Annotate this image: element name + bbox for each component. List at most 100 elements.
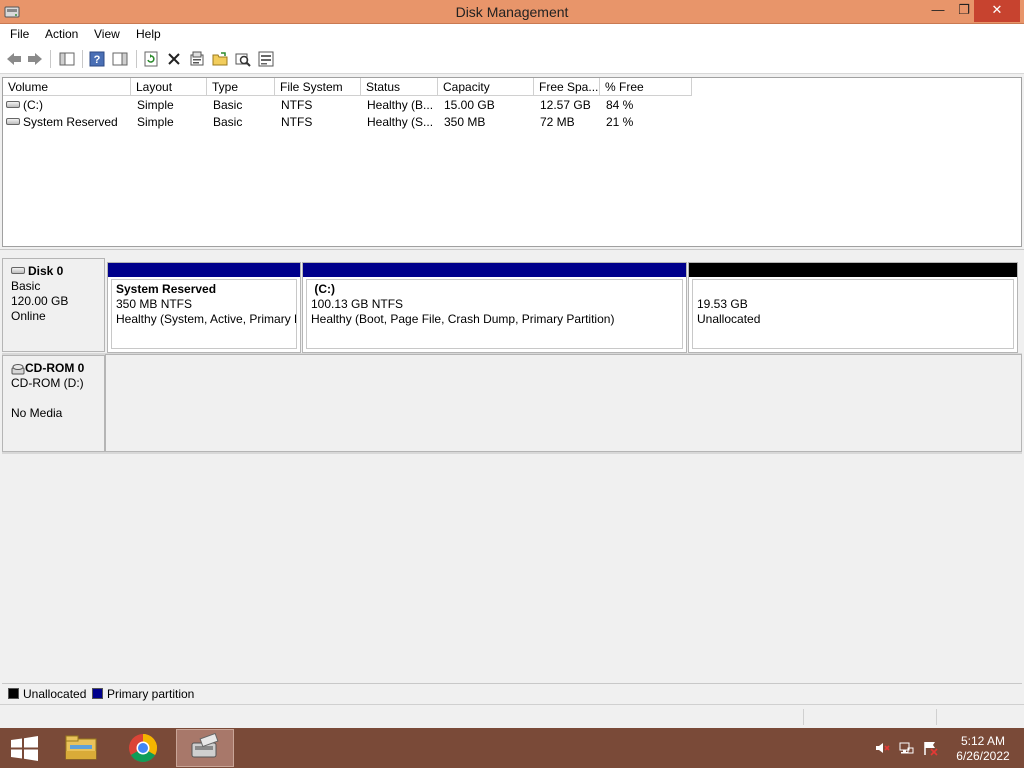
drive-icon xyxy=(6,118,20,126)
partition-name xyxy=(697,282,1009,297)
disk-management-taskbar-button[interactable] xyxy=(176,729,234,767)
partition-unallocated[interactable]: 19.53 GB Unallocated xyxy=(688,262,1018,353)
cell-status: Healthy (B... xyxy=(367,98,434,112)
partition-type-bar xyxy=(303,263,686,277)
toolbar: ? xyxy=(0,44,1024,74)
column-header-layout[interactable]: Layout xyxy=(131,78,207,96)
chrome-icon[interactable] xyxy=(114,729,172,767)
open-icon[interactable] xyxy=(211,50,229,68)
close-button[interactable]: ✕ xyxy=(974,0,1020,22)
cell-volume: (C:) xyxy=(6,97,131,114)
column-header-capacity[interactable]: Capacity xyxy=(438,78,534,96)
disk-icon xyxy=(11,267,25,275)
cell-capacity: 15.00 GB xyxy=(444,98,495,112)
column-header-volume[interactable]: Volume xyxy=(3,78,131,96)
cell-free-space: 12.57 GB xyxy=(540,98,591,112)
status-bar xyxy=(0,704,1024,728)
legend-label-unallocated: Unallocated xyxy=(23,687,87,701)
network-icon[interactable] xyxy=(898,740,914,756)
status-separator xyxy=(803,709,804,725)
partition-system-reserved[interactable]: System Reserved 350 MB NTFS Healthy (Sys… xyxy=(107,262,301,353)
cdrom-0-label[interactable]: CD-ROM 0 CD-ROM (D:) No Media xyxy=(2,355,105,452)
toolbar-separator xyxy=(136,50,137,68)
rescan-disks-icon[interactable] xyxy=(257,50,275,68)
properties-icon[interactable] xyxy=(188,50,206,68)
drive-icon xyxy=(6,101,20,109)
partition-type-bar xyxy=(689,263,1017,277)
cell-status: Healthy (S... xyxy=(367,115,434,129)
cell-free-space: 72 MB xyxy=(540,115,575,129)
menu-bar: File Action View Help xyxy=(0,24,1024,44)
refresh-icon[interactable] xyxy=(142,50,160,68)
explore-icon[interactable] xyxy=(234,50,252,68)
cdrom-media-area[interactable] xyxy=(105,354,1022,452)
delete-icon[interactable] xyxy=(165,50,183,68)
legend-label-primary-partition: Primary partition xyxy=(107,687,195,701)
cell-type: Basic xyxy=(213,98,243,112)
partition-size: 350 MB NTFS xyxy=(116,297,193,311)
column-header-file-system[interactable]: File System xyxy=(275,78,361,96)
taskbar-clock[interactable]: 5:12 AM 6/26/2022 xyxy=(948,734,1018,764)
cell-percent-free: 21 % xyxy=(606,115,634,129)
column-header-status[interactable]: Status xyxy=(361,78,438,96)
show-hide-console-tree-icon[interactable] xyxy=(58,50,76,68)
partition-info: System Reserved 350 MB NTFS Healthy (Sys… xyxy=(111,279,297,349)
column-header-type[interactable]: Type xyxy=(207,78,275,96)
menu-view[interactable]: View xyxy=(94,27,120,41)
partition-status: Healthy (System, Active, Primary P xyxy=(116,312,297,326)
menu-action[interactable]: Action xyxy=(45,27,78,41)
menu-file[interactable]: File xyxy=(10,27,29,41)
back-icon[interactable] xyxy=(5,50,23,68)
volume-muted-icon[interactable] xyxy=(874,740,890,756)
column-header-percent-free[interactable]: % Free xyxy=(600,78,692,96)
row-separator xyxy=(2,452,1022,454)
legend: Unallocated Primary partition xyxy=(2,683,1022,703)
cdrom-name: CD-ROM 0 xyxy=(25,361,85,375)
window-title: Disk Management xyxy=(455,4,569,20)
cell-percent-free: 84 % xyxy=(606,98,634,112)
minimize-button[interactable]: — xyxy=(924,0,952,22)
partition-type-bar xyxy=(108,263,300,277)
disk-graphical-view: Disk 0 Basic 120.00 GB Online System Res… xyxy=(2,254,1022,681)
taskbar: 5:12 AM 6/26/2022 xyxy=(0,728,1024,768)
partition-c[interactable]: (C:) 100.13 GB NTFS Healthy (Boot, Page … xyxy=(302,262,687,353)
forward-icon[interactable] xyxy=(26,50,44,68)
show-hide-action-pane-icon[interactable] xyxy=(111,50,129,68)
cell-layout: Simple xyxy=(137,98,174,112)
pane-splitter[interactable] xyxy=(0,249,1024,253)
toolbar-separator xyxy=(50,50,51,68)
disk-0-label[interactable]: Disk 0 Basic 120.00 GB Online xyxy=(2,258,105,352)
cdrom-drive: CD-ROM (D:) xyxy=(11,376,84,390)
cell-file-system: NTFS xyxy=(281,98,313,112)
partition-name: System Reserved xyxy=(116,282,217,296)
cdrom-state: No Media xyxy=(11,406,63,420)
action-center-icon[interactable] xyxy=(922,740,938,756)
cdrom-icon xyxy=(11,363,25,375)
cell-file-system: NTFS xyxy=(281,115,313,129)
cell-type: Basic xyxy=(213,115,243,129)
toolbar-separator xyxy=(82,50,83,68)
cell-layout: Simple xyxy=(137,115,174,129)
volume-name: (C:) xyxy=(23,98,43,112)
volume-name: System Reserved xyxy=(23,115,118,129)
partition-size: 100.13 GB NTFS xyxy=(311,297,404,311)
title-bar: Disk Management — ❐ ✕ xyxy=(0,0,1024,24)
cell-capacity: 350 MB xyxy=(444,115,486,129)
legend-swatch-unallocated xyxy=(8,688,19,699)
disk-name: Disk 0 xyxy=(28,264,64,278)
disk-management-icon xyxy=(191,732,219,758)
start-icon[interactable] xyxy=(0,729,48,767)
clock-date: 6/26/2022 xyxy=(956,749,1010,763)
partition-info: (C:) 100.13 GB NTFS Healthy (Boot, Page … xyxy=(306,279,683,349)
column-header-free-space[interactable]: Free Spa... xyxy=(534,78,600,96)
svg-text:?: ? xyxy=(94,54,101,66)
partition-status: Unallocated xyxy=(697,312,761,326)
volume-list: Volume Layout Type File System Status Ca… xyxy=(2,77,1022,247)
disk-type: Basic xyxy=(11,279,41,293)
file-explorer-icon[interactable] xyxy=(52,729,110,767)
partition-info: 19.53 GB Unallocated xyxy=(692,279,1014,349)
help-icon[interactable]: ? xyxy=(88,50,106,68)
status-separator xyxy=(936,709,937,725)
menu-help[interactable]: Help xyxy=(136,27,161,41)
clock-time: 5:12 AM xyxy=(960,734,1006,748)
